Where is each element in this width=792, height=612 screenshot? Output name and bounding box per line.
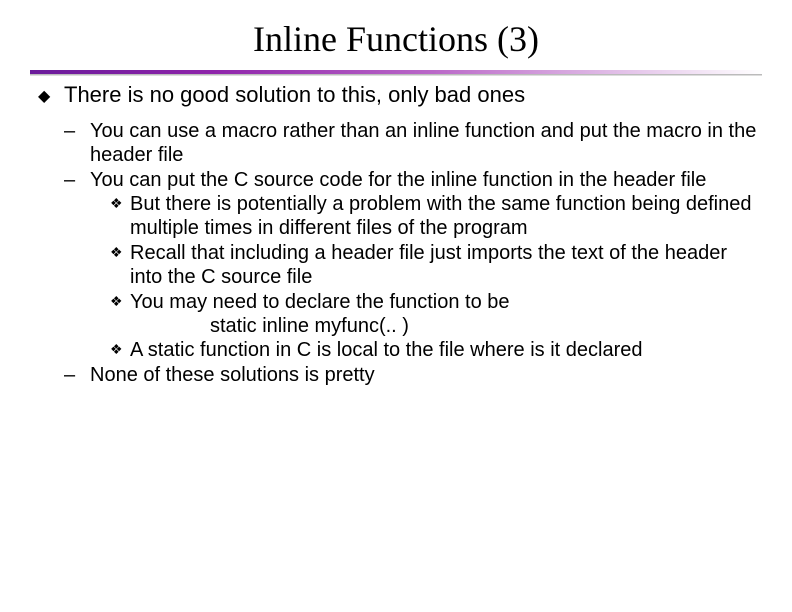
sub-a-text: You can use a macro rather than an inlin… <box>90 119 762 168</box>
sub-c-text: None of these solutions is pretty <box>90 363 762 387</box>
sub-b3-text: You may need to declare the function to … <box>130 290 762 314</box>
dash-bullet-icon: – <box>64 119 90 168</box>
diamond-outline-bullet-icon: ❖ <box>110 192 130 241</box>
sub-list: – You can use a macro rather than an inl… <box>38 119 762 387</box>
title-underline <box>30 70 762 74</box>
sub-b-label: You can put the C source code for the in… <box>90 169 706 191</box>
bullet-level2: – You can put the C source code for the … <box>64 168 762 363</box>
slide-title: Inline Functions (3) <box>30 18 762 60</box>
main-point-text: There is no good solution to this, only … <box>64 82 762 109</box>
bullet-level3: ❖ Recall that including a header file ju… <box>110 241 762 290</box>
code-line: static inline myfunc(.. ) <box>110 314 762 338</box>
sub-b4-text: A static function in C is local to the f… <box>130 338 762 362</box>
diamond-outline-bullet-icon: ❖ <box>110 241 130 290</box>
slide-content: ◆ There is no good solution to this, onl… <box>30 82 762 387</box>
sub-b-text: You can put the C source code for the in… <box>90 168 762 363</box>
bullet-level2: – None of these solutions is pretty <box>64 363 762 387</box>
bullet-level2: – You can use a macro rather than an inl… <box>64 119 762 168</box>
diamond-outline-bullet-icon: ❖ <box>110 290 130 314</box>
slide: Inline Functions (3) ◆ There is no good … <box>0 0 792 612</box>
dash-bullet-icon: – <box>64 168 90 363</box>
sub-b2-text: Recall that including a header file just… <box>130 241 762 290</box>
diamond-outline-bullet-icon: ❖ <box>110 338 130 362</box>
bullet-level3: ❖ You may need to declare the function t… <box>110 290 762 314</box>
diamond-bullet-icon: ◆ <box>38 82 64 109</box>
sub-b1-text: But there is potentially a problem with … <box>130 192 762 241</box>
dash-bullet-icon: – <box>64 363 90 387</box>
bullet-level3: ❖ But there is potentially a problem wit… <box>110 192 762 241</box>
bullet-level3: ❖ A static function in C is local to the… <box>110 338 762 362</box>
bullet-level1: ◆ There is no good solution to this, onl… <box>38 82 762 109</box>
sub-sub-list: ❖ But there is potentially a problem wit… <box>90 192 762 363</box>
